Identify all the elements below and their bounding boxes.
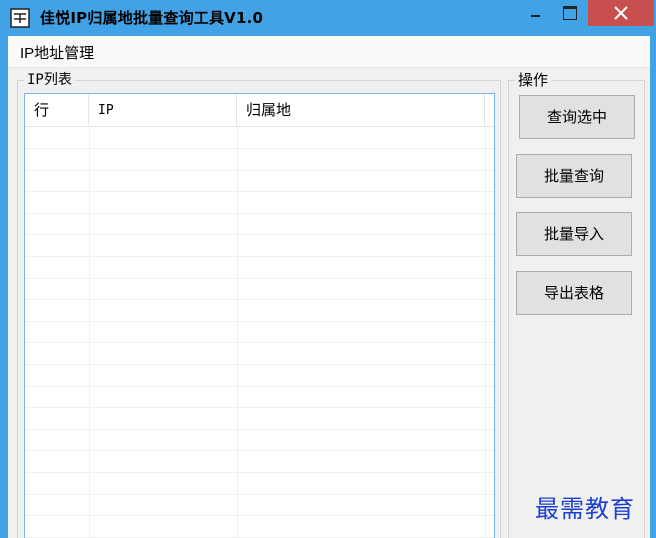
ip-list-view[interactable]: 行 IP 归属地 <box>24 93 495 538</box>
grid-line <box>89 127 90 538</box>
window-title: 佳悦IP归属地批量查询工具V1.0 <box>40 9 264 27</box>
grid-line <box>25 321 494 322</box>
grid-line <box>25 170 494 171</box>
operations-group-label: 操作 <box>515 71 552 89</box>
grid-line <box>25 450 494 451</box>
grid-line <box>25 494 494 495</box>
close-icon <box>614 6 628 20</box>
query-selected-button[interactable]: 查询选中 <box>519 95 635 139</box>
column-header-row[interactable]: 行 <box>25 94 89 127</box>
batch-query-button[interactable]: 批量查询 <box>516 154 632 198</box>
minimize-button[interactable] <box>520 0 550 26</box>
column-header-ip[interactable]: IP <box>89 94 237 127</box>
menu-bar: IP地址管理 <box>8 36 650 68</box>
grid-line <box>25 256 494 257</box>
grid-line <box>25 472 494 473</box>
grid-line <box>25 191 494 192</box>
grid-line <box>25 407 494 408</box>
grid-line <box>237 127 238 538</box>
list-body[interactable] <box>25 127 494 538</box>
close-button[interactable] <box>588 0 654 26</box>
grid-line <box>25 342 494 343</box>
grid-line <box>25 234 494 235</box>
list-header: 行 IP 归属地 <box>25 94 494 127</box>
grid-line <box>25 148 494 149</box>
app-icon <box>10 8 30 28</box>
menu-item-ip-management[interactable]: IP地址管理 <box>18 42 96 63</box>
title-bar[interactable]: 佳悦IP归属地批量查询工具V1.0 <box>0 0 656 36</box>
grid-line <box>25 299 494 300</box>
grid-line <box>25 386 494 387</box>
export-table-button[interactable]: 导出表格 <box>516 271 632 315</box>
grid-line <box>25 278 494 279</box>
grid-line <box>25 213 494 214</box>
app-window: 佳悦IP归属地批量查询工具V1.0 IP地址管理 IP列表 操作 行 IP 归属… <box>0 0 656 538</box>
column-header-location[interactable]: 归属地 <box>237 94 485 127</box>
column-header-filler <box>485 94 494 127</box>
grid-line <box>25 515 494 516</box>
maximize-button[interactable] <box>553 0 586 26</box>
watermark-text: 最需教育 <box>535 495 635 523</box>
grid-line <box>25 429 494 430</box>
ip-list-group-label: IP列表 <box>24 71 75 89</box>
grid-line <box>25 364 494 365</box>
grid-line <box>485 127 486 538</box>
client-area: IP地址管理 IP列表 操作 行 IP 归属地 查询选中 批量查询 批量导入 导… <box>8 36 650 538</box>
batch-import-button[interactable]: 批量导入 <box>516 212 632 256</box>
